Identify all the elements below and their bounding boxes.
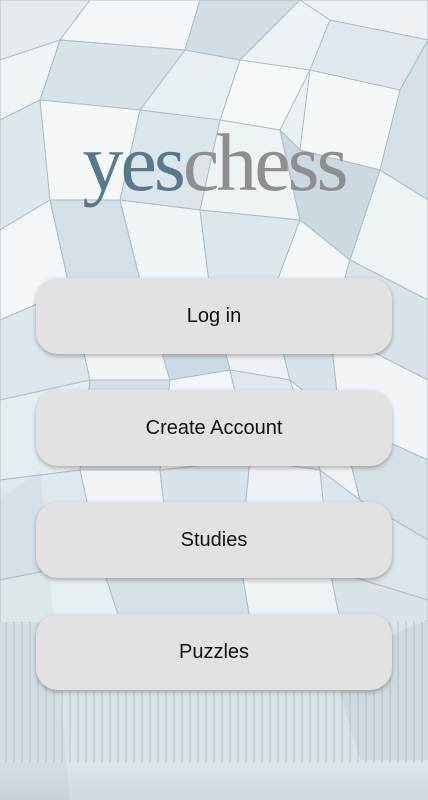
logo-text-chess: chess	[182, 117, 349, 208]
logo-text-yes: yes	[82, 117, 186, 208]
puzzles-button[interactable]: Puzzles	[36, 614, 392, 690]
app-logo: yeschess	[0, 118, 428, 208]
studies-button[interactable]: Studies	[36, 502, 392, 578]
login-button[interactable]: Log in	[36, 278, 392, 354]
create-account-button[interactable]: Create Account	[36, 390, 392, 466]
